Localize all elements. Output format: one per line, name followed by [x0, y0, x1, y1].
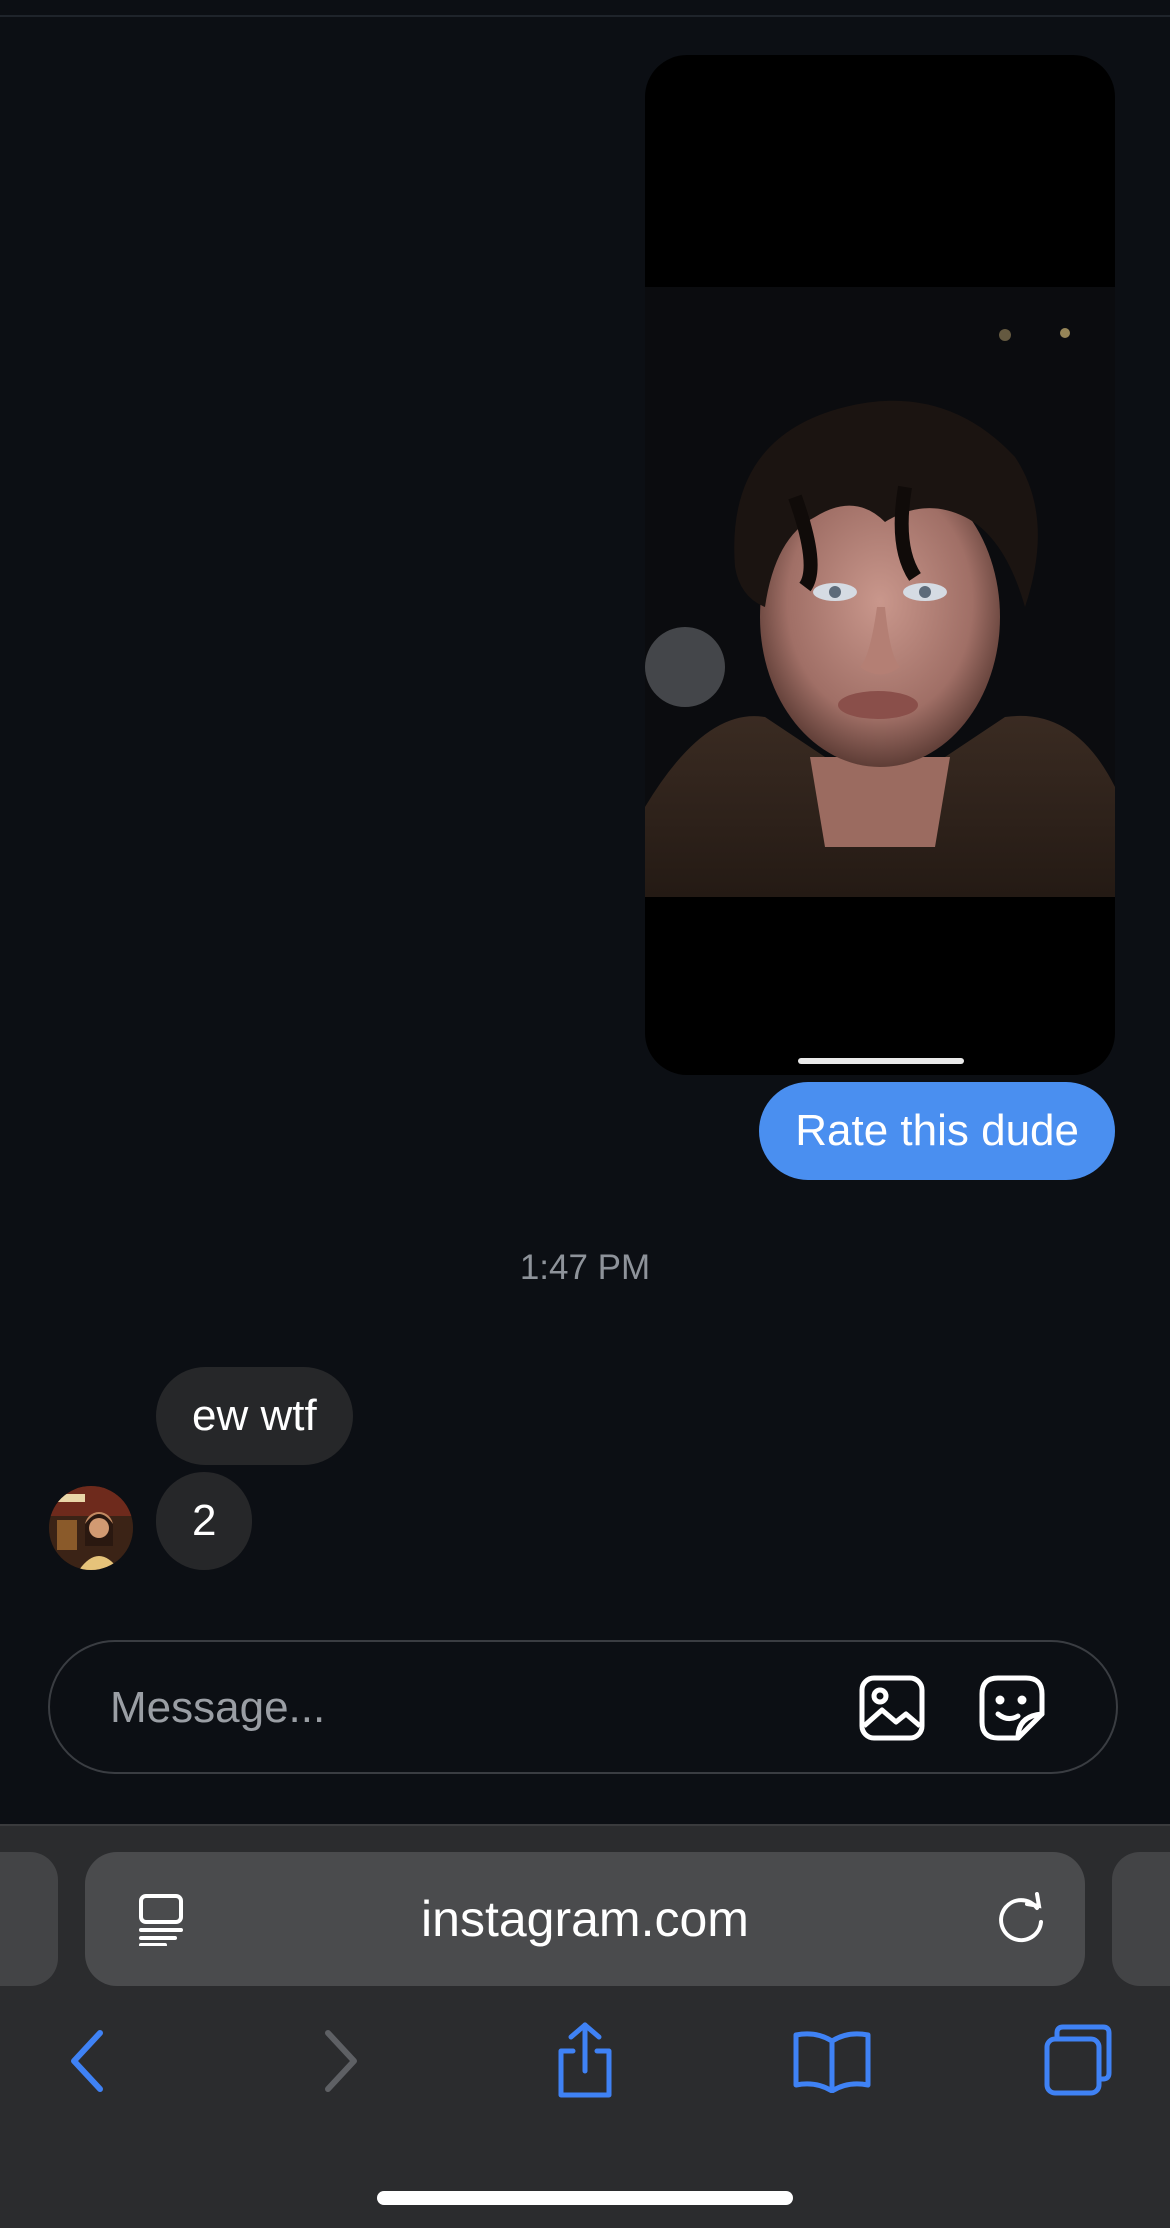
message-timestamp: 1:47 PM — [519, 1248, 651, 1287]
shared-video-message[interactable] — [645, 55, 1115, 1075]
tabs-icon[interactable] — [1034, 2016, 1124, 2106]
incoming-message-text: ew wtf — [192, 1391, 317, 1440]
message-input[interactable] — [108, 1672, 812, 1744]
url-text: instagram.com — [421, 1891, 749, 1947]
next-tab-preview[interactable] — [1112, 1852, 1170, 1986]
forward-icon[interactable] — [295, 2016, 385, 2106]
previous-tab-preview[interactable] — [0, 1852, 58, 1986]
reload-icon[interactable] — [993, 1892, 1049, 1948]
address-bar[interactable]: instagram.com — [85, 1852, 1085, 1986]
shared-photo — [645, 287, 1115, 897]
outgoing-message-text: Rate this dude — [795, 1106, 1079, 1155]
share-icon[interactable] — [540, 2016, 630, 2106]
bookmarks-icon[interactable] — [787, 2016, 877, 2106]
message-composer — [48, 1640, 1118, 1774]
home-indicator — [377, 2191, 793, 2205]
browser-toolbar: instagram.com — [0, 1824, 1170, 2228]
incoming-message[interactable]: ew wtf — [156, 1367, 353, 1465]
gallery-icon[interactable] — [856, 1672, 928, 1744]
incoming-message-text: 2 — [192, 1496, 217, 1545]
back-icon[interactable] — [43, 2016, 133, 2106]
sender-avatar[interactable] — [49, 1486, 133, 1570]
outgoing-message[interactable]: Rate this dude — [759, 1082, 1115, 1180]
video-scrubber[interactable] — [798, 1058, 964, 1064]
incoming-message[interactable]: 2 — [156, 1472, 253, 1570]
header-divider — [0, 15, 1170, 17]
sticker-icon[interactable] — [976, 1672, 1048, 1744]
